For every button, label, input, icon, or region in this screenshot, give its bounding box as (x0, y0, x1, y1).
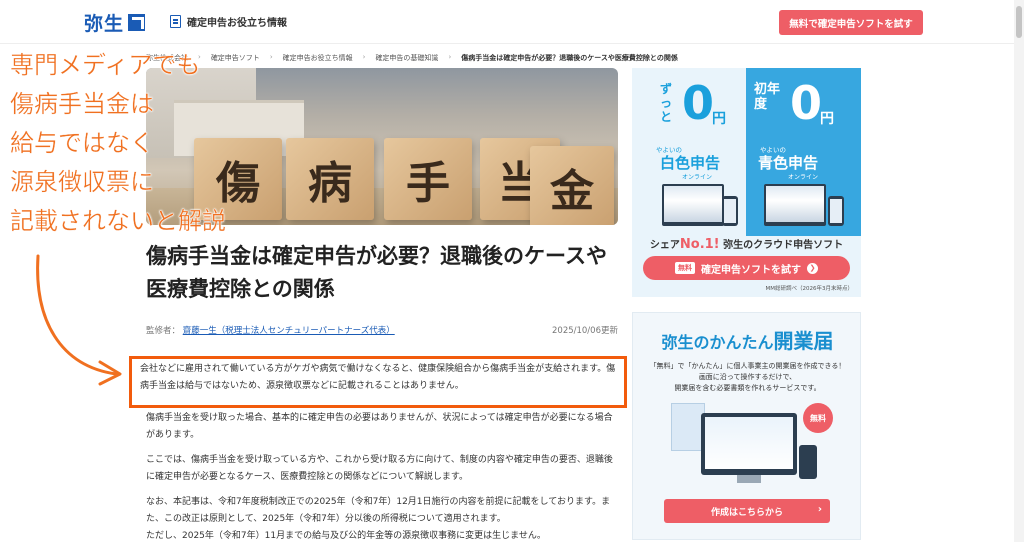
ad-prefix: ずっと (660, 82, 673, 124)
highlight-box (129, 356, 627, 408)
supervisor-label: 監修者： (146, 326, 181, 336)
article-paragraph: ただし、2025年（令和7年）11月までの給与及び公的年金等の源泉徴収事務に変更… (146, 531, 546, 541)
laptop-icon (662, 184, 724, 226)
ad2-title-big: 開業届 (773, 329, 834, 353)
ad-footnote: MM総研調べ（2026年3月末時点） (765, 286, 854, 292)
ad-unit: 円 (820, 111, 834, 127)
breadcrumb-separator: › (448, 53, 452, 61)
ad2-illustration: 無料 (671, 403, 833, 493)
share-line: シェアNo.1! 弥生のクラウド申告ソフト (632, 236, 861, 252)
ad2-desc-line: 開業届を含む必要書類を作れるサービスです。 (674, 384, 821, 392)
scrollbar-thumb[interactable] (1016, 6, 1022, 38)
ad-prefix: 初年度 (754, 82, 781, 112)
ad-unit: 円 (712, 111, 726, 127)
monitor-stand (737, 475, 761, 483)
ad-sub: オンライン (788, 174, 819, 181)
laptop-icon (764, 184, 826, 226)
supervisor: 監修者： 齋藤一生（税理士法人センチュリーパートナーズ代表） (146, 324, 395, 336)
yayoi-logo[interactable]: 弥生 (84, 9, 146, 36)
annotation-line: 給与ではなく (10, 129, 154, 157)
smartphone-icon (799, 445, 817, 479)
site-title-link[interactable]: 確定申告お役立ち情報 (170, 14, 287, 29)
article-paragraph: ここでは、傷病手当金を受け取っている方や、これから受け取る方に向けて、制度の内容… (146, 455, 613, 482)
ad2-title: 弥生のかんたん開業届 (633, 325, 862, 354)
site-header: 弥生 確定申告お役立ち情報 無料で確定申告ソフトを試す (0, 0, 1024, 44)
blue-return-panel: 初年度 0 円 やよいの 青色申告 オンライン (746, 68, 861, 236)
ad-product: 青色申告 (758, 154, 819, 172)
try-software-button[interactable]: 無料で確定申告ソフトを試す (779, 10, 923, 35)
button-label: 作成はこちらから (710, 507, 783, 518)
hero-block-char: 病 (308, 158, 352, 209)
site-title: 確定申告お役立ち情報 (187, 18, 287, 29)
hero-block-char: 金 (550, 166, 594, 217)
hero-block: 金 (530, 146, 614, 225)
article-paragraph-group: なお、本記事は、令和7年度税制改正での2025年（令和7年）12月1日施行の内容… (146, 494, 618, 542)
tax-software-ad[interactable]: ずっと 0 円 やよいの 白色申告 オンライン 初年度 0 円 やよいの 青色申… (632, 68, 861, 297)
annotation-line: 傷病手当金は (10, 90, 154, 118)
ad-price: 0 (682, 76, 715, 130)
create-registration-button[interactable]: 作成はこちらから › (664, 499, 830, 523)
ad2-description: 「無料」で「かんたん」に個人事業主の開業届を作成できる！ 画面に沿って操作するだ… (641, 361, 854, 394)
hero-block-char: 手 (406, 158, 450, 209)
share-post: 弥生のクラウド申告ソフト (723, 240, 844, 251)
ad2-title-pre: 弥生のかんたん (661, 333, 774, 352)
article-meta: 監修者： 齋藤一生（税理士法人センチュリーパートナーズ代表） 2025/10/0… (146, 324, 618, 336)
logo-text: 弥生 (84, 13, 125, 35)
updated-date: 2025/10/06更新 (552, 326, 618, 336)
button-label: 確定申告ソフトを試す (701, 264, 801, 276)
article-title: 傷病手当金は確定申告が必要？退職後のケースや医療費控除との関係 (146, 244, 607, 301)
breadcrumb-item[interactable]: 確定申告の基礎知識 (375, 53, 438, 63)
business-registration-ad[interactable]: 弥生のかんたん開業届 「無料」で「かんたん」に個人事業主の開業届を作成できる！ … (632, 312, 861, 540)
article-paragraph: 傷病手当金を受け取った場合、基本的に確定申告の必要はありませんが、状況によっては… (146, 413, 613, 440)
annotation-line: 記載されないと解説 (10, 207, 226, 235)
smartphone-icon (722, 196, 738, 226)
annotation-arrow-icon (36, 254, 122, 386)
annotation-text: 専門メディアでも 傷病手当金は 給与ではなく 源泉徴収票に 記載されないと解説 (10, 46, 310, 241)
arrow-right-icon: ❯ (807, 262, 818, 274)
monitor-icon (701, 413, 797, 475)
try-tax-software-button[interactable]: 無料 確定申告ソフトを試す ❯ (643, 256, 850, 280)
document-edit-icon (170, 15, 181, 28)
breadcrumb-current: 傷病手当金は確定申告が必要？退職後のケースや医療費控除との関係 (461, 54, 678, 62)
article-paragraph: なお、本記事は、令和7年度税制改正での2025年（令和7年）12月1日施行の内容… (146, 497, 611, 524)
share-no1: No.1! (679, 237, 720, 252)
annotation-line: 源泉徴収票に (10, 168, 154, 196)
chevron-right-icon: › (817, 504, 822, 515)
smartphone-icon (828, 196, 844, 226)
logo-arrow-icon (128, 14, 146, 31)
ad2-desc-line: 「無料」で「かんたん」に個人事業主の開業届を作成できる！ (649, 362, 846, 370)
free-badge: 無料 (803, 403, 833, 433)
hero-block: 手 (384, 138, 472, 220)
free-badge: 無料 (675, 262, 695, 274)
ad-product: 白色申告 (660, 154, 721, 172)
white-return-panel: ずっと 0 円 やよいの 白色申告 オンライン (642, 68, 746, 236)
supervisor-link[interactable]: 齋藤一生（税理士法人センチュリーパートナーズ代表） (183, 326, 395, 336)
share-pre: シェア (649, 240, 680, 251)
ad-price: 0 (790, 76, 823, 130)
ad2-desc-line: 画面に沿って操作するだけで、 (698, 373, 797, 381)
ad-sub: オンライン (682, 174, 713, 181)
document-icon (671, 403, 705, 451)
breadcrumb-separator: › (362, 53, 366, 61)
scrollbar[interactable] (1014, 0, 1024, 542)
annotation-line: 専門メディアでも (10, 51, 201, 79)
